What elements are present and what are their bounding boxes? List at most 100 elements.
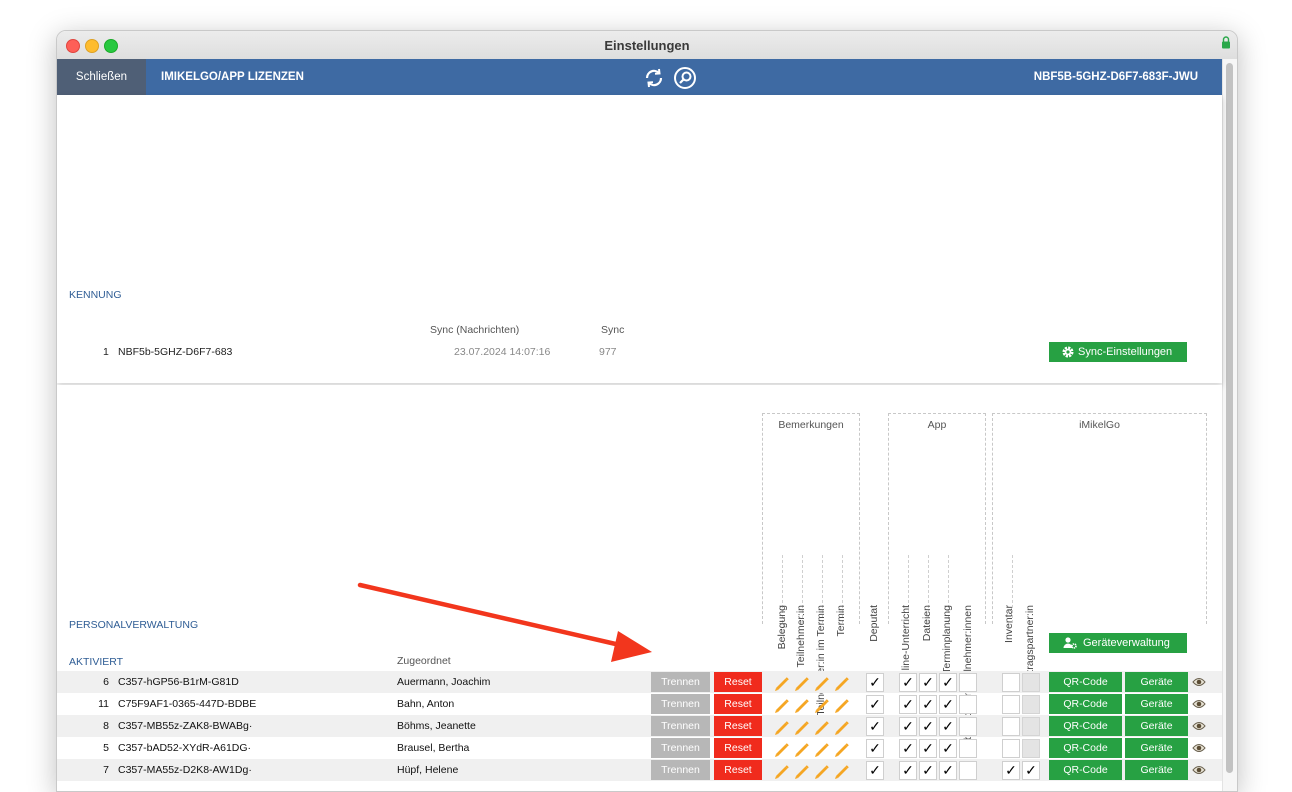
terminplanung-checkbox[interactable]: ✓ <box>939 761 957 780</box>
geraete-button[interactable]: Geräte <box>1125 738 1188 758</box>
qr-code-button[interactable]: QR-Code <box>1049 738 1122 758</box>
reset-button[interactable]: Reset <box>714 672 762 692</box>
vertical-scrollbar[interactable] <box>1222 59 1237 791</box>
kennung-row-id: NBF5b-5GHZ-D6F7-683 <box>118 346 233 358</box>
pencil-icon[interactable] <box>793 740 810 757</box>
search-icon[interactable] <box>673 66 697 90</box>
geburtsdatum-checkbox[interactable] <box>959 739 977 758</box>
terminplanung-checkbox[interactable]: ✓ <box>939 717 957 736</box>
pencil-icon[interactable] <box>813 674 830 691</box>
inventar-checkbox[interactable] <box>1002 673 1020 692</box>
pencil-icon[interactable] <box>773 718 790 735</box>
close-button[interactable]: Schließen <box>57 59 146 95</box>
terminplanung-checkbox[interactable]: ✓ <box>939 739 957 758</box>
eye-icon[interactable] <box>1192 764 1206 776</box>
dateien-checkbox[interactable]: ✓ <box>919 673 937 692</box>
qr-code-button[interactable]: QR-Code <box>1049 760 1122 780</box>
pencil-icon[interactable] <box>773 762 790 779</box>
kennung-heading: KENNUNG <box>69 289 122 301</box>
dateien-checkbox[interactable]: ✓ <box>919 761 937 780</box>
title-bar: Einstellungen <box>57 31 1237 60</box>
geraete-button[interactable]: Geräte <box>1125 694 1188 714</box>
lock-icon <box>1222 36 1230 49</box>
reset-button[interactable]: Reset <box>714 738 762 758</box>
dateien-checkbox[interactable]: ✓ <box>919 695 937 714</box>
geburtsdatum-checkbox[interactable] <box>959 761 977 780</box>
inventar-checkbox[interactable] <box>1002 695 1020 714</box>
trennen-button[interactable]: Trennen <box>651 760 710 780</box>
deputat-checkbox[interactable]: ✓ <box>866 739 884 758</box>
col-belegung: Belegung <box>776 605 788 650</box>
pencil-icon[interactable] <box>813 762 830 779</box>
pencil-icon[interactable] <box>813 696 830 713</box>
geburtsdatum-checkbox[interactable] <box>959 717 977 736</box>
sync-settings-button[interactable]: Sync-Einstellungen <box>1049 342 1187 362</box>
qr-code-button[interactable]: QR-Code <box>1049 716 1122 736</box>
online-unterricht-checkbox[interactable]: ✓ <box>899 695 917 714</box>
reset-button[interactable]: Reset <box>714 694 762 714</box>
pencil-icon[interactable] <box>813 718 830 735</box>
pencil-icon[interactable] <box>793 674 810 691</box>
deputat-checkbox[interactable]: ✓ <box>866 761 884 780</box>
inventar-checkbox[interactable]: ✓ <box>1002 761 1020 780</box>
pencil-icon[interactable] <box>793 762 810 779</box>
inventar-checkbox[interactable] <box>1002 717 1020 736</box>
deputat-checkbox[interactable]: ✓ <box>866 695 884 714</box>
online-unterricht-checkbox[interactable]: ✓ <box>899 717 917 736</box>
eye-icon[interactable] <box>1192 676 1206 688</box>
dateien-checkbox[interactable]: ✓ <box>919 717 937 736</box>
pencil-icon[interactable] <box>813 740 830 757</box>
pencil-icon[interactable] <box>833 740 850 757</box>
deputat-checkbox[interactable]: ✓ <box>866 717 884 736</box>
kennung-sync-date: 23.07.2024 14:07:16 <box>454 346 551 358</box>
geraete-button[interactable]: Geräte <box>1125 760 1188 780</box>
row-nr: 6 <box>103 676 109 688</box>
vertragspartner-checkbox[interactable] <box>1022 739 1040 758</box>
pencil-icon[interactable] <box>773 740 790 757</box>
inventar-checkbox[interactable] <box>1002 739 1020 758</box>
pencil-icon[interactable] <box>833 718 850 735</box>
row-assigned-name: Bahn, Anton <box>397 698 455 710</box>
trennen-button[interactable]: Trennen <box>651 694 710 714</box>
online-unterricht-checkbox[interactable]: ✓ <box>899 739 917 758</box>
vertragspartner-checkbox[interactable] <box>1022 695 1040 714</box>
qr-code-button[interactable]: QR-Code <box>1049 694 1122 714</box>
terminplanung-checkbox[interactable]: ✓ <box>939 673 957 692</box>
sync-icon[interactable] <box>642 66 666 90</box>
pencil-icon[interactable] <box>833 762 850 779</box>
online-unterricht-checkbox[interactable]: ✓ <box>899 761 917 780</box>
reset-button[interactable]: Reset <box>714 760 762 780</box>
scrollbar-thumb[interactable] <box>1226 63 1233 773</box>
vertragspartner-checkbox[interactable]: ✓ <box>1022 761 1040 780</box>
geburtsdatum-checkbox[interactable] <box>959 673 977 692</box>
pencil-icon[interactable] <box>793 696 810 713</box>
geburtsdatum-checkbox[interactable] <box>959 695 977 714</box>
pencil-icon[interactable] <box>833 674 850 691</box>
trennen-button[interactable]: Trennen <box>651 716 710 736</box>
deputat-checkbox[interactable]: ✓ <box>866 673 884 692</box>
table-row: 8 C357-MB55z-ZAK8-BWABg· Böhms, Jeanette Tr… <box>57 715 1222 737</box>
geraete-button[interactable]: Geräte <box>1125 716 1188 736</box>
eye-icon[interactable] <box>1192 720 1206 732</box>
row-assigned-name: Hüpf, Helene <box>397 764 459 776</box>
pencil-icon[interactable] <box>773 674 790 691</box>
col-geburtsdatum: Geburtsdatum Teilnehmer:innen <box>962 447 974 754</box>
trennen-button[interactable]: Trennen <box>651 738 710 758</box>
qr-code-button[interactable]: QR-Code <box>1049 672 1122 692</box>
kennung-sync-count: 977 <box>599 346 617 358</box>
geraete-button[interactable]: Geräte <box>1125 672 1188 692</box>
device-management-button[interactable]: Geräteverwaltung <box>1049 633 1187 653</box>
terminplanung-checkbox[interactable]: ✓ <box>939 695 957 714</box>
online-unterricht-checkbox[interactable]: ✓ <box>899 673 917 692</box>
pencil-icon[interactable] <box>773 696 790 713</box>
dateien-checkbox[interactable]: ✓ <box>919 739 937 758</box>
vertragspartner-checkbox[interactable] <box>1022 673 1040 692</box>
eye-icon[interactable] <box>1192 698 1206 710</box>
vertragspartner-checkbox[interactable] <box>1022 717 1040 736</box>
eye-icon[interactable] <box>1192 742 1206 754</box>
reset-button[interactable]: Reset <box>714 716 762 736</box>
row-device-id: C357-hGP56-B1rM-G81D <box>118 676 239 688</box>
trennen-button[interactable]: Trennen <box>651 672 710 692</box>
pencil-icon[interactable] <box>833 696 850 713</box>
pencil-icon[interactable] <box>793 718 810 735</box>
